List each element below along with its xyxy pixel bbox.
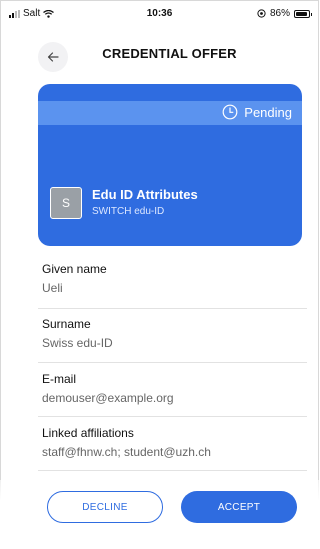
attribute-value: staff@fhnw.ch; student@uzh.ch [42, 445, 211, 459]
attribute-value: Swiss edu-ID [42, 336, 113, 350]
credential-card: Pending S Edu ID Attributes SWITCH edu-I… [38, 84, 302, 246]
status-right: 86% [257, 8, 312, 19]
attribute-value: demouser@example.org [42, 391, 174, 405]
credential-info: S Edu ID Attributes SWITCH edu-ID [50, 187, 198, 219]
divider [38, 362, 307, 363]
attribute-label: Given name [42, 262, 107, 276]
attribute-linked-affiliations: Linked affiliations staff@fhnw.ch; stude… [42, 426, 307, 459]
attribute-email: E-mail demouser@example.org [42, 372, 307, 405]
attribute-value: Ueli [42, 281, 63, 295]
status-badge: Pending [222, 104, 292, 120]
attribute-surname: Surname Swiss edu-ID [42, 317, 307, 350]
accept-button[interactable]: ACCEPT [181, 491, 297, 523]
decline-button[interactable]: DECLINE [47, 491, 163, 523]
battery-label: 86% [269, 8, 290, 19]
issuer-avatar: S [50, 187, 82, 219]
battery-icon [294, 9, 312, 18]
divider [38, 470, 307, 471]
status-bar: Salt 10:36 86% [0, 6, 319, 22]
credential-issuer: SWITCH edu-ID [92, 206, 165, 217]
page-title: CREDENTIAL OFFER [102, 46, 237, 61]
divider [38, 308, 307, 309]
status-label: Pending [244, 104, 292, 120]
clock-icon [222, 104, 238, 120]
attribute-label: Surname [42, 317, 91, 331]
attribute-label: Linked affiliations [42, 426, 134, 440]
location-icon [257, 9, 266, 18]
credential-text: Edu ID Attributes SWITCH edu-ID [92, 187, 198, 217]
attribute-label: E-mail [42, 372, 77, 386]
attribute-given-name: Given name Ueli [42, 262, 307, 295]
credential-name: Edu ID Attributes [92, 187, 198, 202]
divider [38, 416, 307, 417]
status-band: Pending [38, 101, 302, 125]
